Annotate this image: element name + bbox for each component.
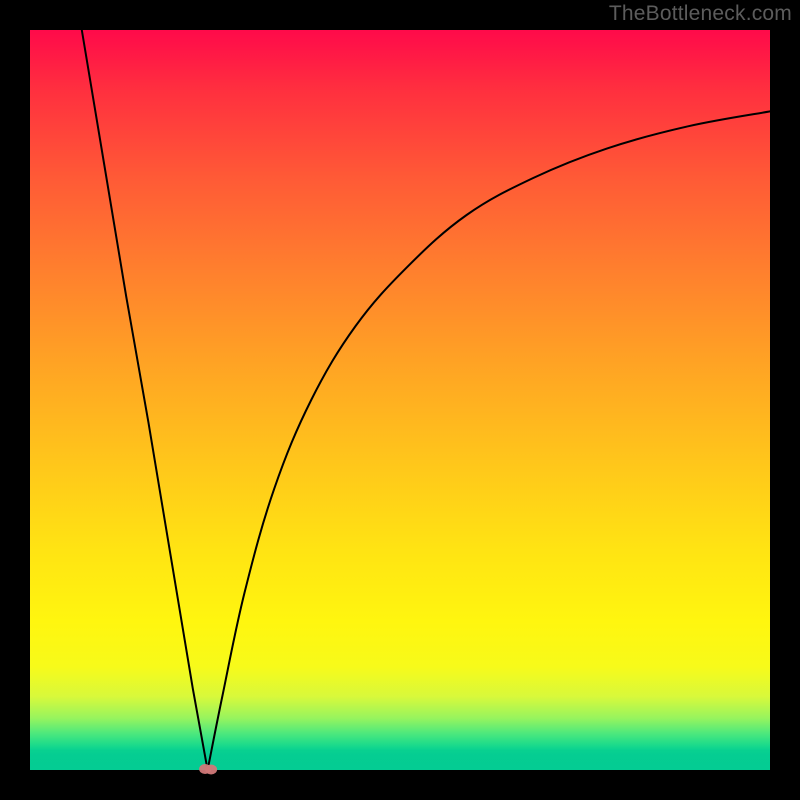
chart-frame: TheBottleneck.com (0, 0, 800, 800)
watermark-text: TheBottleneck.com (609, 2, 792, 26)
curve-layer (30, 30, 770, 770)
plot-area (30, 30, 770, 770)
bottleneck-curve-right (208, 111, 770, 770)
bottleneck-curve-left (82, 30, 208, 770)
marker-blob (199, 764, 217, 775)
